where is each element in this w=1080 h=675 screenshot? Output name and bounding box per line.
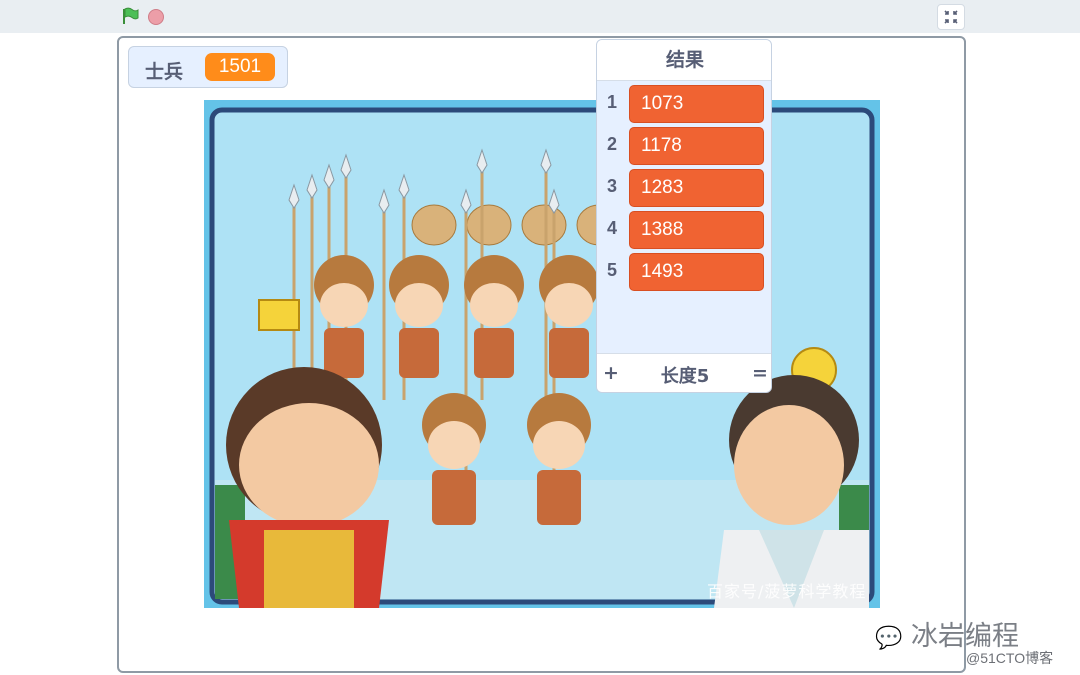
list-item: 5 1493 — [597, 252, 771, 292]
variable-name: 士兵 — [145, 61, 184, 83]
list-item: 4 1388 — [597, 210, 771, 250]
list-item: 3 1283 — [597, 168, 771, 208]
green-flag-icon[interactable] — [121, 7, 139, 25]
list-item-index: 4 — [606, 218, 617, 238]
variable-monitor[interactable]: 士兵 1501 — [128, 46, 288, 88]
list-item-value[interactable]: 1073 — [629, 85, 764, 123]
stage-toolbar — [0, 0, 1080, 33]
variable-value: 1501 — [205, 53, 275, 81]
list-monitor[interactable]: 结果 1 1073 2 1178 3 1283 4 1388 5 1493 + … — [596, 39, 772, 393]
wechat-icon: 💬 — [875, 626, 903, 651]
list-title: 结果 — [597, 40, 771, 81]
list-item: 2 1178 — [597, 126, 771, 166]
brand-subtext: @51CTO博客 — [966, 650, 1054, 666]
list-item-index: 1 — [606, 92, 617, 112]
list-item-value[interactable]: 1388 — [629, 211, 764, 249]
list-length: 长度5 — [660, 366, 710, 387]
list-item-value[interactable]: 1283 — [629, 169, 764, 207]
list-footer: + 长度5 = — [597, 353, 771, 392]
list-item-index: 2 — [606, 134, 617, 154]
stage[interactable]: 百家号/菠萝科学教程 士兵 1501 结果 1 1073 2 1178 3 12… — [117, 36, 966, 673]
list-item-value[interactable]: 1493 — [629, 253, 764, 291]
backdrop-watermark: 百家号/菠萝科学教程 — [707, 582, 867, 601]
list-item-index: 3 — [606, 176, 617, 196]
list-item-index: 5 — [606, 260, 617, 280]
exit-fullscreen-icon — [944, 10, 958, 24]
exit-fullscreen-button[interactable] — [937, 4, 965, 30]
backdrop-scene — [204, 100, 880, 608]
list-item: 1 1073 — [597, 84, 771, 124]
list-resize-handle[interactable]: = — [752, 362, 768, 384]
list-item-value[interactable]: 1178 — [629, 127, 764, 165]
stop-sign-icon[interactable] — [148, 9, 164, 25]
